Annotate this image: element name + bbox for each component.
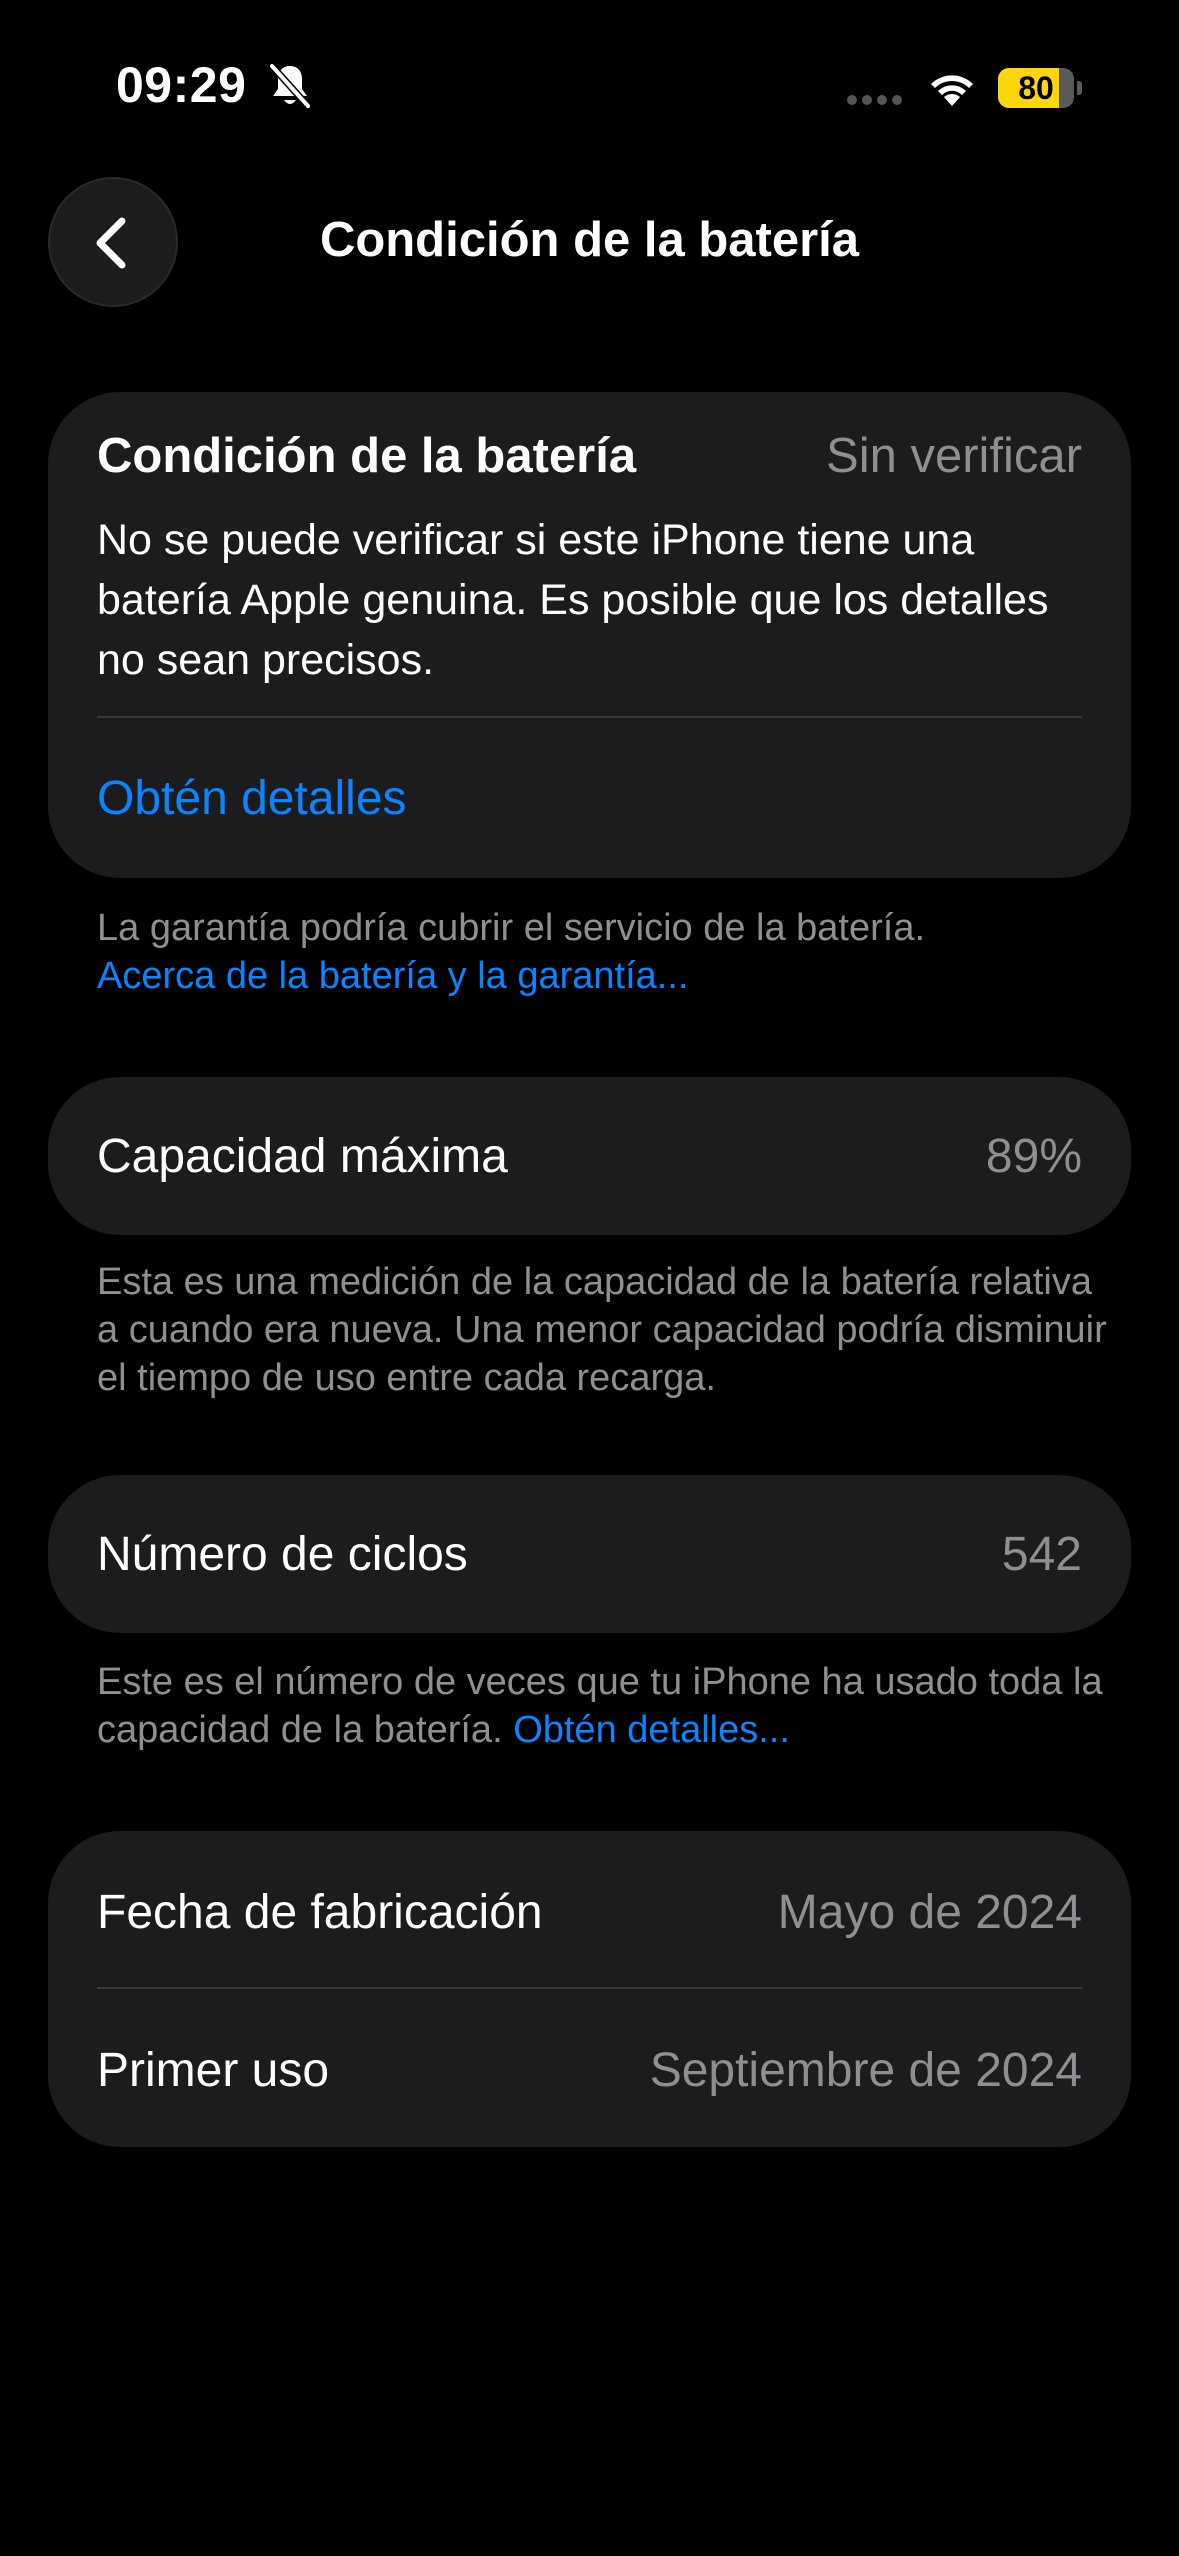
status-time: 09:29 — [116, 57, 247, 113]
max-capacity-value: 89% — [985, 1130, 1082, 1183]
cycle-count-label: Número de ciclos — [97, 1528, 468, 1581]
battery-health-description: No se puede verificar si este iPhone tie… — [97, 516, 1049, 684]
warranty-note-text: La garantía podría cubrir el servicio de… — [97, 907, 926, 949]
cycle-count-value: 542 — [1001, 1528, 1082, 1581]
dates-divider — [97, 1987, 1082, 1989]
battery-body: 80 — [998, 68, 1074, 108]
wifi-icon — [931, 75, 973, 106]
get-details-link[interactable]: Obtén detalles — [97, 771, 407, 826]
battery-health-status: Sin verificar — [826, 429, 1082, 483]
warranty-note: La garantía podría cubrir el servicio de… — [97, 904, 1117, 1000]
status-bar: 09:29 80 — [0, 0, 1179, 170]
first-use-value: Septiembre de 2024 — [649, 2044, 1082, 2097]
dates-card: Fecha de fabricación Mayo de 2024 Primer… — [48, 1831, 1131, 2147]
cycle-count-card: Número de ciclos 542 — [48, 1475, 1131, 1633]
battery-cap — [1077, 81, 1082, 95]
battery-warranty-link[interactable]: Acerca de la batería y la garantía... — [97, 955, 688, 997]
battery-health-title: Condición de la batería — [97, 429, 637, 483]
first-use-label: Primer uso — [97, 2044, 330, 2097]
cycles-note: Este es el número de veces que tu iPhone… — [97, 1658, 1117, 1754]
bell-slash-icon — [269, 63, 311, 109]
card-divider — [97, 716, 1082, 718]
cellular-signal-icon — [847, 95, 902, 105]
manufacture-date-label: Fecha de fabricación — [97, 1886, 543, 1939]
battery-icon: 80 — [998, 68, 1082, 108]
capacity-note: Esta es una medición de la capacidad de … — [97, 1261, 1107, 1399]
max-capacity-card: Capacidad máxima 89% — [48, 1077, 1131, 1235]
battery-level: 80 — [1018, 70, 1054, 106]
max-capacity-label: Capacidad máxima — [97, 1130, 508, 1183]
cycles-details-link[interactable]: Obtén detalles... — [513, 1709, 790, 1751]
manufacture-date-value: Mayo de 2024 — [777, 1886, 1082, 1939]
page-title: Condición de la batería — [319, 213, 860, 267]
